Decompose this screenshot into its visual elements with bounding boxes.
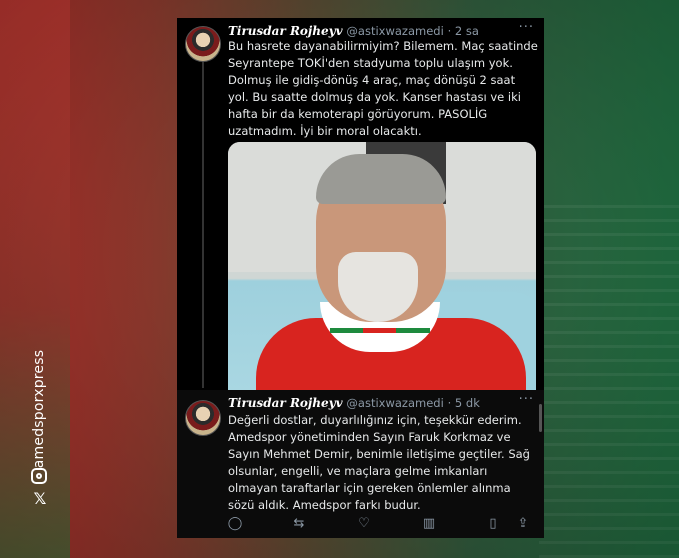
avatar[interactable] (185, 26, 221, 62)
bookmark-icon[interactable]: ▯ (485, 516, 501, 532)
like-icon[interactable]: ♡ (356, 516, 372, 532)
tweet-time[interactable]: · 5 dk (448, 396, 480, 410)
display-name[interactable]: 𝑻𝒊𝒓𝒖𝒔𝒅𝒂𝒓 𝑹𝒐𝒋𝒉𝒆𝒚𝒗 (228, 396, 343, 410)
tweet-text: Değerli dostlar, duyarlılığınız için, te… (228, 413, 530, 512)
tweet-action-bar: ◯ ⇆ ♡ ▥ ▯ ⇪ (219, 516, 539, 536)
scrollbar-thumb[interactable] (539, 404, 542, 432)
tweet-photo[interactable] (228, 142, 536, 390)
instagram-icon (31, 468, 47, 484)
tweet-thread-card: 𝑻𝒊𝒓𝒖𝒔𝒅𝒂𝒓 𝑹𝒐𝒋𝒉𝒆𝒚𝒗 @astixwazamedi · 2 sa ·… (177, 18, 544, 538)
tweet[interactable]: 𝑻𝒊𝒓𝒖𝒔𝒅𝒂𝒓 𝑹𝒐𝒋𝒉𝒆𝒚𝒗 @astixwazamedi · 2 sa ·… (177, 18, 544, 390)
photo-hair (316, 154, 446, 204)
x-logo-icon: 𝕏 (33, 489, 47, 508)
user-handle[interactable]: @astixwazamedi (346, 24, 443, 38)
reply-icon[interactable]: ◯ (227, 516, 243, 532)
avatar[interactable] (185, 400, 221, 436)
thread-connector-line (202, 62, 204, 388)
display-name[interactable]: 𝑻𝒊𝒓𝒖𝒔𝒅𝒂𝒓 𝑹𝒐𝒋𝒉𝒆𝒚𝒗 (228, 24, 343, 38)
share-icon[interactable]: ⇪ (515, 516, 531, 532)
views-icon[interactable]: ▥ (421, 516, 437, 532)
more-options-icon[interactable]: ··· (519, 20, 534, 35)
tweet[interactable]: 𝑻𝒊𝒓𝒖𝒔𝒅𝒂𝒓 𝑹𝒐𝒋𝒉𝒆𝒚𝒗 @astixwazamedi · 5 dk ·… (177, 390, 544, 538)
social-handle-strip: amedsporxpress 𝕏 (26, 318, 54, 508)
retweet-icon[interactable]: ⇆ (291, 516, 307, 532)
social-handle-text: amedsporxpress (31, 349, 47, 469)
tweet-text: Bu hasrete dayanabilirmiyim? Bilemem. Ma… (228, 39, 538, 138)
tweet-time[interactable]: · 2 sa (448, 24, 479, 38)
user-handle[interactable]: @astixwazamedi (346, 396, 443, 410)
tweet-header: 𝑻𝒊𝒓𝒖𝒔𝒅𝒂𝒓 𝑹𝒐𝒋𝒉𝒆𝒚𝒗 @astixwazamedi · 5 dk (228, 394, 480, 412)
more-options-icon[interactable]: ··· (519, 392, 534, 407)
